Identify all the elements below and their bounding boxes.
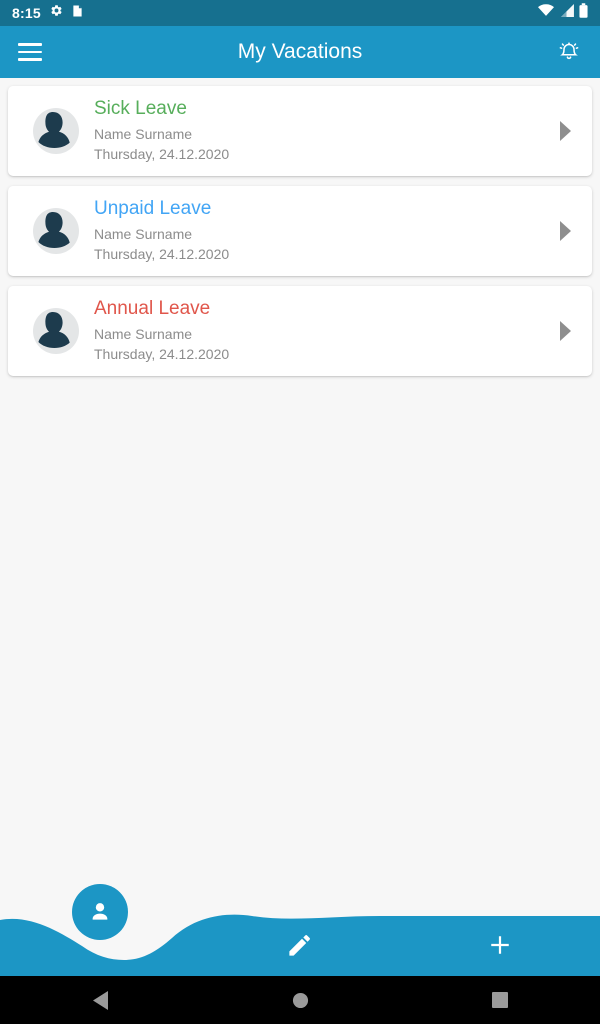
edit-button[interactable] xyxy=(200,914,400,976)
clipboard-icon xyxy=(72,4,83,23)
pencil-edit-icon xyxy=(289,935,310,956)
app-bar: My Vacations xyxy=(0,26,600,78)
user-avatar-icon xyxy=(26,204,80,258)
gear-icon xyxy=(50,4,63,22)
add-button[interactable] xyxy=(400,914,600,976)
home-circle-icon xyxy=(292,992,308,1008)
page-title: My Vacations xyxy=(237,40,363,63)
app-root: 8:15 My Vacations Sick Leave Name Surnam… xyxy=(0,0,600,1024)
hamburger-line xyxy=(18,43,42,46)
user-avatar-icon xyxy=(26,304,80,358)
plus-icon xyxy=(491,936,509,954)
bottom-navigation-bar xyxy=(0,884,600,976)
battery-icon xyxy=(579,3,588,23)
chevron-right-icon[interactable] xyxy=(552,218,578,244)
system-recents-button[interactable] xyxy=(400,976,600,1024)
hamburger-menu-icon[interactable] xyxy=(14,36,46,68)
recents-square-icon xyxy=(492,992,508,1008)
back-triangle-icon xyxy=(92,990,108,1010)
list-item[interactable]: Sick Leave Name Surname Thursday, 24.12.… xyxy=(8,86,592,176)
list-item-name: Name Surname xyxy=(94,225,193,242)
user-avatar-icon xyxy=(26,104,80,158)
hamburger-line xyxy=(18,58,42,61)
system-home-button[interactable] xyxy=(200,976,400,1024)
system-navigation-bar xyxy=(0,976,600,1024)
list-item[interactable]: Unpaid Leave Name Surname Thursday, 24.1… xyxy=(8,186,592,276)
list-item-title: Sick Leave xyxy=(94,97,187,119)
system-back-button[interactable] xyxy=(0,976,200,1024)
status-bar-right xyxy=(538,3,588,23)
wifi-icon xyxy=(538,4,554,22)
vacation-list: Sick Leave Name Surname Thursday, 24.12.… xyxy=(0,78,600,376)
list-item-name: Name Surname xyxy=(94,325,193,342)
list-item-body: Unpaid Leave Name Surname Thursday, 24.1… xyxy=(94,197,552,266)
hamburger-line xyxy=(18,50,42,54)
profile-fab-button[interactable] xyxy=(72,884,128,940)
list-item-body: Sick Leave Name Surname Thursday, 24.12.… xyxy=(94,97,552,166)
chevron-right-icon[interactable] xyxy=(552,318,578,344)
list-item-title: Annual Leave xyxy=(94,297,211,319)
status-bar: 8:15 xyxy=(0,0,600,26)
list-item-title: Unpaid Leave xyxy=(94,197,212,219)
chevron-right-icon[interactable] xyxy=(552,118,578,144)
list-item-date: Thursday, 24.12.2020 xyxy=(94,345,230,362)
list-item-body: Annual Leave Name Surname Thursday, 24.1… xyxy=(94,297,552,366)
status-bar-left: 8:15 xyxy=(12,4,83,23)
status-time: 8:15 xyxy=(12,5,41,21)
list-item[interactable]: Annual Leave Name Surname Thursday, 24.1… xyxy=(8,286,592,376)
list-item-date: Thursday, 24.12.2020 xyxy=(94,145,230,162)
cellular-signal-icon xyxy=(559,4,574,22)
list-item-name: Name Surname xyxy=(94,125,193,142)
notification-bell-icon[interactable] xyxy=(552,35,586,69)
list-item-date: Thursday, 24.12.2020 xyxy=(94,245,230,262)
person-icon xyxy=(92,903,108,920)
